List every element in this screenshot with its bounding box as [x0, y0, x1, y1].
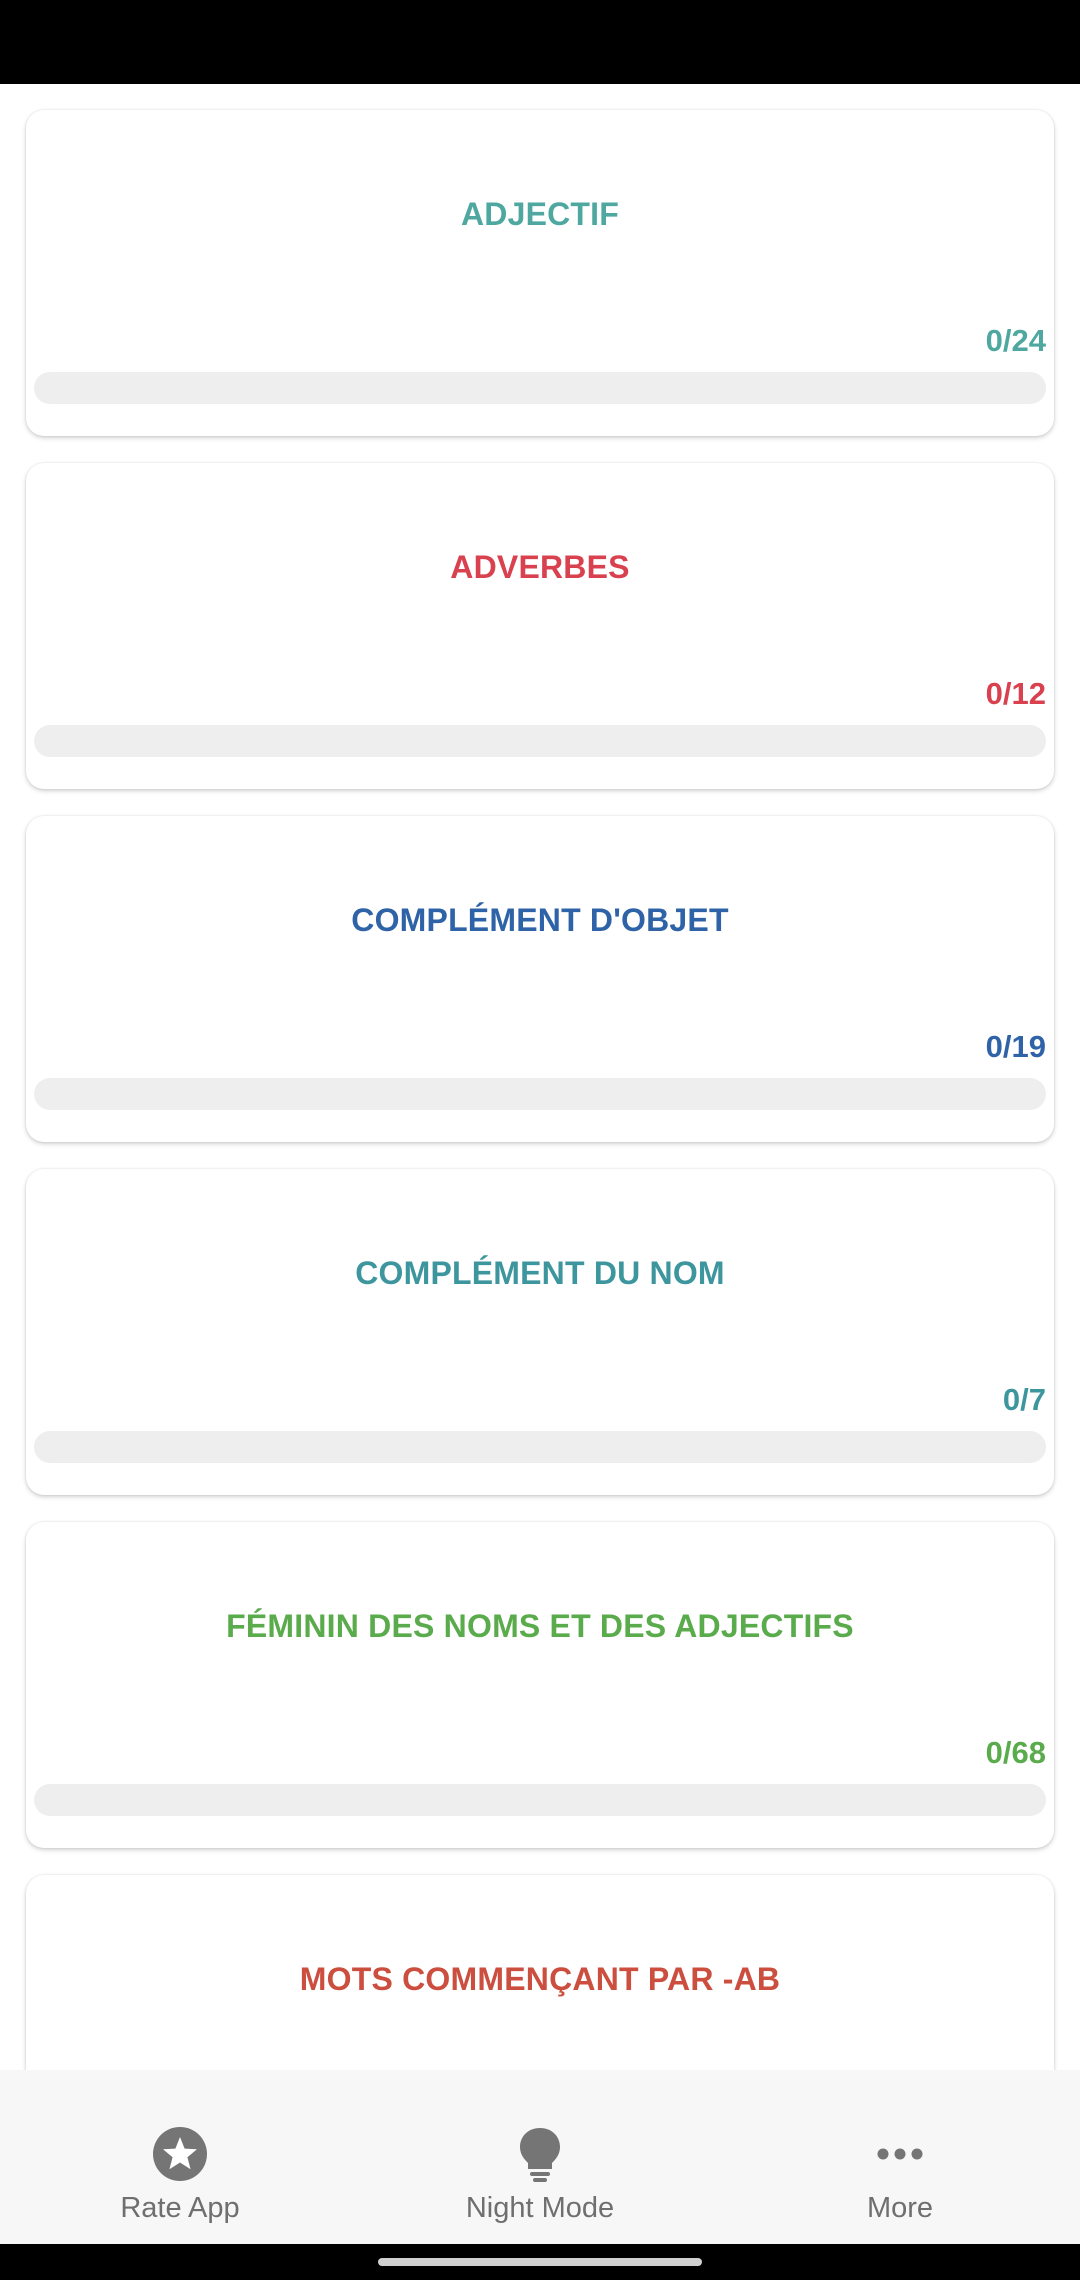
category-title: MOTS COMMENÇANT PAR -AB: [299, 1961, 781, 1997]
category-card[interactable]: ADJECTIF 0/24: [26, 110, 1054, 436]
system-navigation-bar: [0, 2244, 1080, 2280]
rate-app-label: Rate App: [120, 2192, 240, 2224]
night-mode-label: Night Mode: [465, 2192, 615, 2224]
category-card[interactable]: COMPLÉMENT DU NOM 0/7: [26, 1169, 1054, 1495]
category-card[interactable]: FÉMININ DES NOMS ET DES ADJECTIFS 0/68: [26, 1522, 1054, 1848]
category-progress-bar: [34, 1784, 1046, 1816]
night-mode-button[interactable]: Night Mode: [390, 2070, 690, 2244]
category-card[interactable]: ADVERBES 0/12: [26, 463, 1054, 789]
category-progress-bar: [34, 1078, 1046, 1110]
bottom-navigation: Rate App Night Mode More: [0, 2070, 1080, 2244]
category-progress-bar: [34, 725, 1046, 757]
category-title: FÉMININ DES NOMS ET DES ADJECTIFS: [226, 1608, 854, 1644]
home-gesture-handle[interactable]: [378, 2258, 702, 2266]
category-count: 0/19: [985, 1029, 1046, 1064]
category-count: 0/68: [985, 1735, 1046, 1770]
category-card[interactable]: MOTS COMMENÇANT PAR -AB: [26, 1875, 1054, 2070]
category-title: ADVERBES: [450, 549, 630, 585]
category-count: 0/7: [1002, 1382, 1046, 1417]
category-title: ADJECTIF: [460, 196, 620, 232]
category-title: COMPLÉMENT D'OBJET: [351, 902, 729, 938]
rate-app-button[interactable]: Rate App: [30, 2070, 330, 2244]
category-progress-bar: [34, 1431, 1046, 1463]
more-label: More: [866, 2192, 934, 2224]
category-progress-bar: [34, 372, 1046, 404]
category-count: 0/24: [985, 323, 1046, 358]
lightbulb-icon: [520, 2128, 560, 2182]
category-card[interactable]: COMPLÉMENT D'OBJET 0/19: [26, 816, 1054, 1142]
more-dots-icon: [877, 2148, 923, 2160]
more-button[interactable]: More: [750, 2070, 1050, 2244]
category-list[interactable]: ADJECTIF 0/24 ADVERBES 0/12 COMPLÉMENT D…: [0, 84, 1080, 2070]
status-bar: [0, 0, 1080, 84]
category-title: COMPLÉMENT DU NOM: [355, 1255, 725, 1291]
category-count: 0/12: [985, 676, 1046, 711]
star-icon: [153, 2127, 207, 2181]
